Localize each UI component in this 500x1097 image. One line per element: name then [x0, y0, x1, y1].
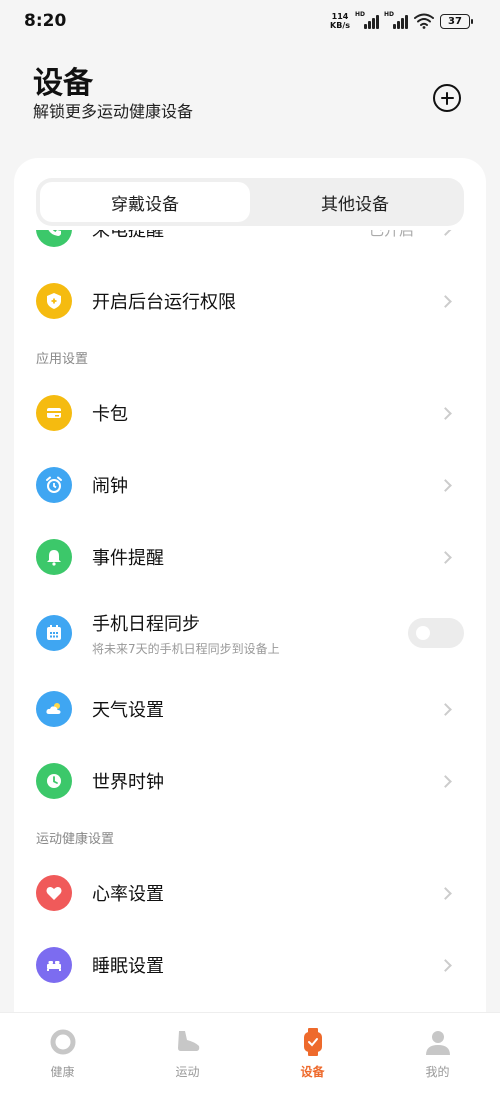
battery-icon: 37	[440, 13, 473, 29]
shoe-icon	[177, 1031, 199, 1051]
ring-icon	[50, 1029, 75, 1055]
add-device-button[interactable]	[433, 84, 461, 112]
alarm-clock-icon	[36, 467, 72, 503]
chevron-right-icon	[439, 774, 452, 788]
calendar-sync-row[interactable]: 手机日程同步 将未来7天的手机日程同步到设备上	[14, 593, 486, 673]
tab-other-devices[interactable]: 其他设备	[250, 182, 460, 222]
calendar-icon	[36, 615, 72, 651]
calendar-sync-description: 将未来7天的手机日程同步到设备上	[92, 641, 280, 656]
status-time: 8:20	[24, 11, 67, 31]
calendar-sync-toggle[interactable]	[408, 618, 464, 648]
world-clock-row[interactable]: 世界时钟	[14, 745, 486, 817]
weather-icon	[36, 691, 72, 727]
bottom-tab-bar: 健康 运动 设备 我的	[0, 1012, 500, 1097]
watch-icon	[303, 1028, 322, 1056]
chevron-right-icon	[439, 294, 452, 308]
chevron-right-icon	[439, 230, 452, 236]
wifi-icon	[414, 13, 434, 29]
event-reminder-row[interactable]: 事件提醒	[14, 521, 486, 593]
bed-icon	[36, 947, 72, 983]
section-app-settings: 应用设置	[36, 351, 89, 367]
signal-icon: HD	[355, 11, 379, 29]
weather-row[interactable]: 天气设置	[14, 673, 486, 745]
chevron-right-icon	[439, 886, 452, 900]
settings-list[interactable]: 来电提醒 已开启 开启后台运行权限 应用设置 卡包	[14, 230, 486, 1018]
heart-rate-row[interactable]: 心率设置	[14, 857, 486, 929]
clock-icon	[36, 763, 72, 799]
phone-icon	[36, 230, 72, 247]
device-type-switch: 穿戴设备 其他设备	[36, 178, 464, 226]
background-permission-row[interactable]: 开启后台运行权限	[14, 265, 486, 337]
person-icon	[425, 1031, 450, 1055]
chevron-right-icon	[439, 958, 452, 972]
call-reminder-status: 已开启	[369, 230, 414, 240]
chevron-right-icon	[439, 702, 452, 716]
sleep-row[interactable]: 睡眠设置	[14, 929, 486, 1001]
tab-device[interactable]: 设备	[250, 1013, 375, 1097]
chevron-right-icon	[439, 406, 452, 420]
heart-icon	[36, 875, 72, 911]
tab-sport[interactable]: 运动	[125, 1013, 250, 1097]
chevron-right-icon	[439, 550, 452, 564]
bell-icon	[36, 539, 72, 575]
alarm-row[interactable]: 闹钟	[14, 449, 486, 521]
wallet-row[interactable]: 卡包	[14, 377, 486, 449]
call-reminder-row[interactable]: 来电提醒 已开启	[14, 230, 486, 265]
section-health-settings: 运动健康设置	[36, 831, 115, 847]
network-speed: 114 KB/s	[330, 12, 350, 30]
tab-health[interactable]: 健康	[0, 1013, 125, 1097]
card-icon	[36, 395, 72, 431]
tab-me[interactable]: 我的	[375, 1013, 500, 1097]
shield-icon	[36, 283, 72, 319]
page-subtitle: 解锁更多运动健康设备	[33, 102, 194, 121]
settings-card: 穿戴设备 其他设备 来电提醒 已开启 开启后台运行权限 应用设置	[14, 158, 486, 1018]
status-icons: 114 KB/s HD HD 37	[330, 11, 473, 30]
signal-icon-2: HD	[384, 11, 408, 29]
page-title: 设备	[33, 66, 93, 101]
chevron-right-icon	[439, 478, 452, 492]
tab-wearable-devices[interactable]: 穿戴设备	[40, 182, 250, 222]
status-bar: 8:20 114 KB/s HD HD 37	[0, 0, 500, 44]
